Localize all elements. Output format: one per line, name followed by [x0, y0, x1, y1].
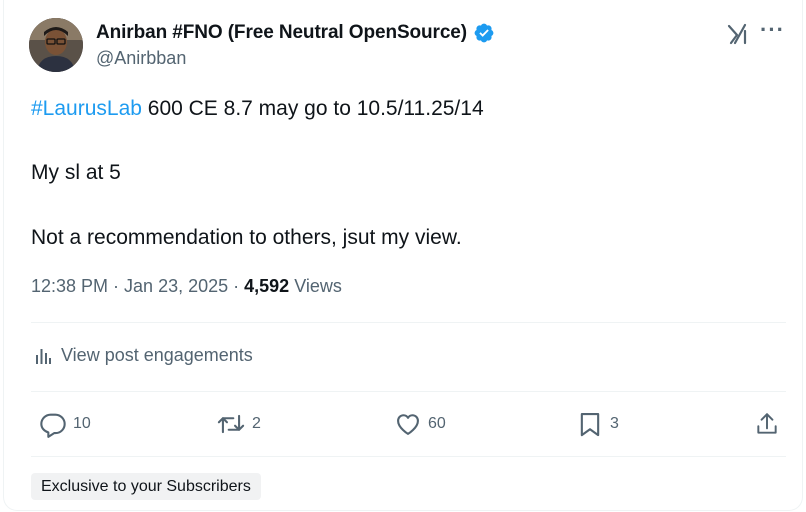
- like-count: 60: [428, 415, 446, 432]
- heart-icon: [397, 414, 419, 435]
- views-count: 4,592: [244, 276, 290, 296]
- repost-icon: [217, 414, 245, 434]
- verified-badge-icon[interactable]: [473, 22, 495, 44]
- post-text-line-3: Not a recommendation to others, jsut my …: [31, 226, 462, 249]
- post-timestamp[interactable]: 12:38 PM · Jan 23, 2025 ·: [31, 276, 244, 296]
- bookmark-count: 3: [610, 415, 619, 432]
- post-card: Anirban #FNO (Free Neutral OpenSource) @…: [3, 0, 803, 511]
- views-label: Views: [289, 276, 342, 296]
- divider: [31, 456, 786, 457]
- grok-icon[interactable]: [726, 22, 750, 46]
- reply-count: 10: [73, 415, 91, 432]
- hashtag-link[interactable]: #LaurusLab: [31, 97, 142, 120]
- post-text-line-1-rest: 600 CE 8.7 may go to 10.5/11.25/14: [141, 97, 484, 120]
- post-text-line-2: My sl at 5: [31, 161, 121, 184]
- share-button[interactable]: [754, 410, 786, 438]
- post-text-line-1: #LaurusLab 600 CE 8.7 may go to 10.5/11.…: [31, 97, 484, 121]
- bookmark-button[interactable]: 3: [576, 410, 619, 438]
- like-button[interactable]: 60: [394, 410, 446, 438]
- post-meta: 12:38 PM · Jan 23, 2025 · 4,592 Views: [31, 276, 342, 297]
- divider: [31, 391, 786, 392]
- author-handle[interactable]: @Anirbban: [96, 48, 186, 69]
- repost-count: 2: [252, 415, 261, 432]
- bookmark-icon: [580, 413, 600, 437]
- avatar-image: [29, 18, 83, 72]
- more-options-icon[interactable]: ···: [760, 19, 785, 41]
- reply-icon: [40, 413, 66, 438]
- repost-button[interactable]: 2: [216, 410, 261, 438]
- avatar[interactable]: [29, 18, 83, 72]
- author-name-row: Anirban #FNO (Free Neutral OpenSource): [96, 22, 495, 44]
- view-engagements-link[interactable]: View post engagements: [33, 345, 253, 366]
- share-icon: [757, 413, 777, 434]
- reply-button[interactable]: 10: [39, 410, 91, 438]
- analytics-icon: [36, 348, 51, 364]
- author-name[interactable]: Anirban #FNO (Free Neutral OpenSource): [96, 22, 467, 44]
- subscribers-badge: Exclusive to your Subscribers: [31, 473, 261, 500]
- view-engagements-label: View post engagements: [61, 345, 253, 365]
- divider: [31, 322, 786, 323]
